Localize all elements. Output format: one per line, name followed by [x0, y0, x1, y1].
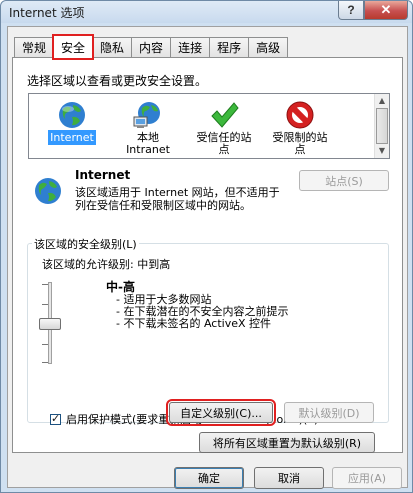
zone-list-scrollbar[interactable]: ▲ ▼	[374, 94, 389, 158]
slider-tick	[42, 344, 48, 345]
default-level-button[interactable]: 默认级别(D)	[284, 402, 374, 423]
tab-strip: 常规 安全 隐私 内容 连接 程序 高级	[14, 34, 289, 60]
ok-button[interactable]: 确定	[174, 467, 244, 489]
globe-icon	[35, 178, 61, 204]
cancel-button[interactable]: 取消	[254, 467, 324, 489]
zone-restricted-sites[interactable]: 受限制的站 点	[265, 98, 335, 156]
slider-tick	[42, 284, 48, 285]
close-button[interactable]: ✕	[364, 1, 408, 20]
dialog-client: 常规 安全 隐私 内容 连接 程序 高级 选择区域以查看或更改安全设置。 Int…	[7, 26, 408, 489]
level-description-list: - 适用于大多数网站 - 在下载潜在的不安全内容之前提示 - 不下载未签名的 A…	[116, 294, 288, 330]
slider-tick	[42, 362, 48, 363]
tab-content[interactable]: 内容	[131, 37, 172, 57]
globe-icon	[59, 102, 85, 128]
zone-label-restricted-sites: 受限制的站 点	[272, 131, 328, 156]
security-level-title: 该区域的安全级别(L)	[32, 236, 139, 252]
green-check-icon	[211, 102, 239, 128]
internet-options-dialog: Internet 选项 ? ✕ 常规 安全 隐私 内容 连接 程序 高级 选择区…	[0, 0, 413, 493]
apply-button[interactable]: 应用(A)	[332, 467, 402, 489]
zone-prompt: 选择区域以查看或更改安全设置。	[27, 74, 208, 88]
tab-programs[interactable]: 程序	[209, 37, 250, 57]
level-bullet: - 不下载未签名的 ActiveX 控件	[116, 317, 272, 330]
allowed-levels-text: 该区域的允许级别: 中到高	[42, 258, 171, 271]
tab-security[interactable]: 安全	[52, 34, 95, 60]
zone-info: Internet 该区域适用于 Internet 网站，但不适用于列在受信任和受…	[27, 168, 389, 238]
red-no-icon	[286, 101, 314, 129]
help-button[interactable]: ?	[338, 1, 364, 20]
zone-local-intranet[interactable]: 本地 Intranet	[113, 98, 183, 156]
title-bar: Internet 选项 ? ✕	[1, 1, 412, 23]
zone-internet[interactable]: Internet	[37, 98, 107, 145]
zone-label-trusted-sites: 受信任的站 点	[196, 131, 252, 156]
intranet-globe-icon	[133, 102, 160, 128]
reset-all-zones-button[interactable]: 将所有区域重置为默认级别(R)	[199, 432, 375, 453]
slider-thumb[interactable]	[39, 318, 61, 330]
zone-description: 该区域适用于 Internet 网站，但不适用于列在受信任和受限制区域中的网站。	[75, 186, 280, 212]
window-title: Internet 选项	[9, 6, 85, 20]
security-level-group: 该区域的安全级别(L) 该区域的允许级别: 中到高 中-高 - 适用于大多数网站…	[27, 236, 389, 426]
custom-level-button[interactable]: 自定义级别(C)...	[166, 399, 276, 426]
scroll-down-icon[interactable]: ▼	[375, 144, 389, 158]
tab-general[interactable]: 常规	[14, 37, 55, 57]
tab-advanced[interactable]: 高级	[248, 37, 289, 57]
scroll-up-icon[interactable]: ▲	[375, 94, 389, 108]
protected-mode-checkbox[interactable]	[50, 412, 61, 425]
scroll-thumb[interactable]	[376, 108, 388, 144]
zone-label-internet: Internet	[48, 130, 96, 145]
zone-label-local-intranet: 本地 Intranet	[126, 131, 170, 156]
tab-privacy[interactable]: 隐私	[92, 37, 133, 57]
zone-trusted-sites[interactable]: 受信任的站 点	[189, 98, 259, 156]
sites-button[interactable]: 站点(S)	[299, 170, 389, 191]
zone-name: Internet	[75, 168, 131, 182]
tab-connections[interactable]: 连接	[170, 37, 211, 57]
zone-list: Internet 本地 Intranet 受信任的站 点 受限制的站 点 ▲ ▼	[28, 93, 390, 159]
security-tab-panel: 选择区域以查看或更改安全设置。 Internet 本地 Intranet 受信任…	[12, 57, 403, 453]
slider-tick	[42, 304, 48, 305]
